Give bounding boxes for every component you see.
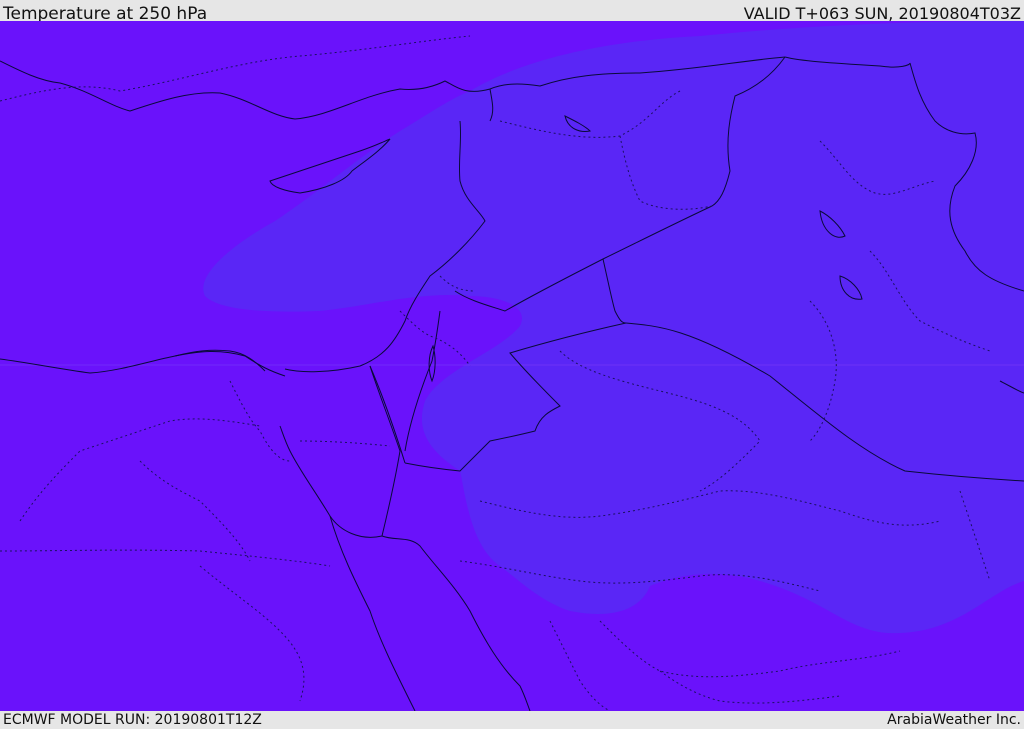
credit-label: ArabiaWeather Inc.: [887, 712, 1021, 728]
model-run-label: ECMWF MODEL RUN: 20190801T12Z: [3, 712, 262, 728]
map-frame: Temperature at 250 hPa VALID T+063 SUN, …: [0, 0, 1024, 729]
temperature-map: [0, 21, 1024, 711]
header-bar: Temperature at 250 hPa VALID T+063 SUN, …: [0, 0, 1024, 24]
map-area: [0, 21, 1024, 711]
footer-bar: ECMWF MODEL RUN: 20190801T12Z ArabiaWeat…: [0, 711, 1024, 729]
